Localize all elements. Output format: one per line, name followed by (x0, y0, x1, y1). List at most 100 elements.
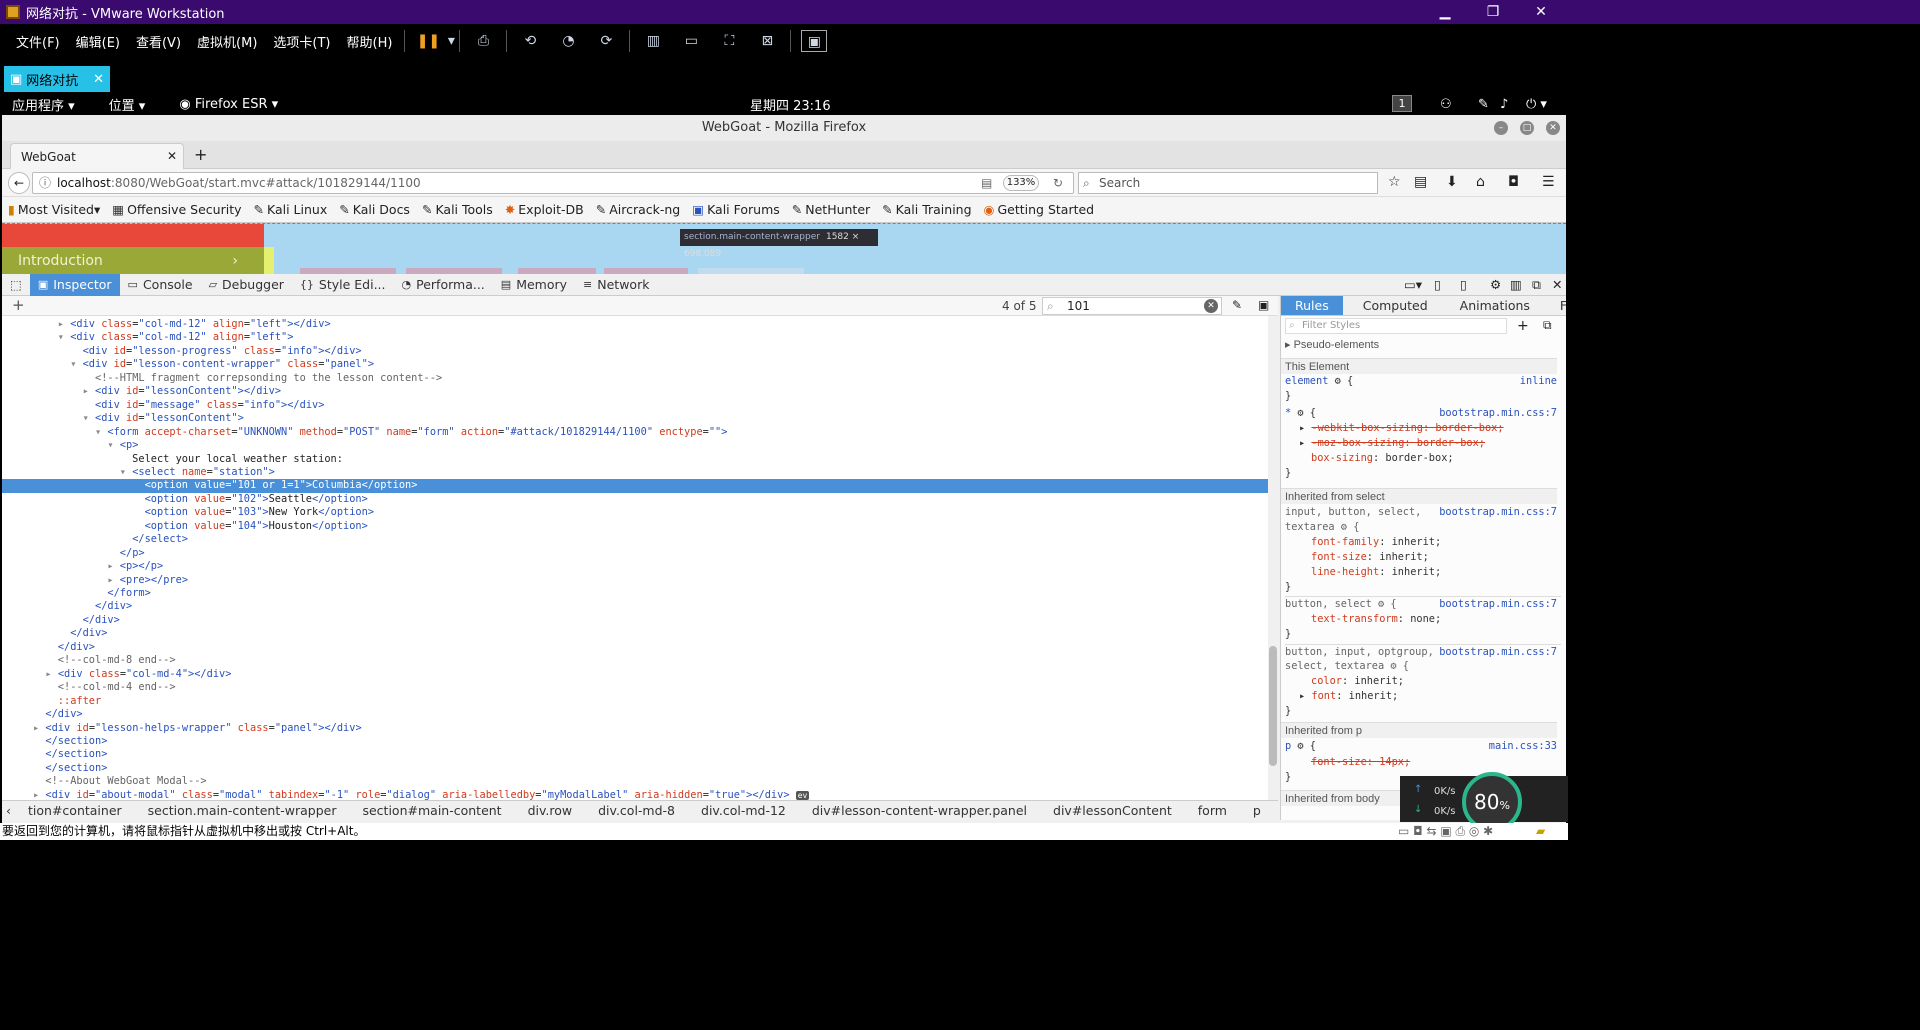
menu-file[interactable]: 文件(F) (8, 32, 68, 51)
places-menu[interactable]: 位置 ▾ (109, 95, 146, 114)
markup-node[interactable]: ▾ <select name="station"> (2, 466, 1268, 480)
menu-vm[interactable]: 虚拟机(M) (189, 32, 265, 51)
markup-node-selected[interactable]: <option value="101 or 1=1">Columbia</opt… (2, 479, 1268, 493)
markup-node[interactable]: </form> (2, 587, 1268, 601)
reader-view-icon[interactable]: ▤ (981, 173, 992, 193)
clock[interactable]: 星期四 23:16 (750, 95, 831, 114)
close-devtools-icon[interactable]: ✕ (1552, 277, 1562, 292)
library-icon[interactable]: ▤ (1414, 174, 1427, 190)
markup-node[interactable]: </div> (2, 627, 1268, 641)
breadcrumb-item[interactable]: div.col-md-8 (585, 803, 688, 818)
settings-gear-icon[interactable]: ⚙ (1490, 277, 1501, 292)
console-view-icon[interactable]: ▣ (801, 30, 828, 52)
snapshot-manager-icon[interactable]: ⟳ (593, 30, 619, 52)
bookmark-kali-tools[interactable]: ✎ Kali Tools (422, 202, 493, 217)
unity-icon[interactable]: ⊠ (754, 30, 780, 52)
tab-memory[interactable]: ▤ Memory (493, 274, 575, 296)
p-font-size-decl[interactable]: font-size: 14px; (1311, 755, 1566, 770)
font-size-decl[interactable]: font-size: inherit; (1311, 550, 1566, 565)
markup-node[interactable]: </section> (2, 735, 1268, 749)
minimize-button[interactable]: ▁ (1422, 0, 1468, 24)
menu-help[interactable]: 帮助(H) (339, 32, 401, 51)
bootstrap-source-link[interactable]: bootstrap.min.css:7 (1439, 645, 1557, 660)
markup-node[interactable]: </div> (2, 600, 1268, 614)
breadcrumb-item[interactable]: div#lesson-content-wrapper.panel (799, 803, 1040, 818)
markup-node[interactable]: <!--HTML fragment correpsonding to the l… (2, 372, 1268, 386)
markup-node[interactable]: ▾ <form accept-charset="UNKNOWN" method=… (2, 426, 1268, 440)
webkit-box-sizing-decl[interactable]: ▸ -webkit-box-sizing: border-box; (1299, 421, 1566, 436)
bookmark-star-icon[interactable]: ☆ (1388, 174, 1401, 190)
users-icon[interactable]: ⚇ (1440, 97, 1452, 112)
bookmark-kali-docs[interactable]: ✎ Kali Docs (339, 202, 410, 217)
bookmark-exploit-db[interactable]: ✸ Exploit-DB (505, 202, 584, 217)
inline-source-link[interactable]: inline (1520, 374, 1557, 389)
ff-maximize-icon[interactable]: □ (1520, 121, 1534, 135)
text-transform-decl[interactable]: text-transform: none; (1311, 612, 1566, 627)
info-icon[interactable]: ⓘ (39, 173, 51, 193)
font-decl[interactable]: ▸ font: inherit; (1299, 689, 1566, 704)
tab-network[interactable]: ≡ Network (575, 274, 657, 296)
home-icon[interactable]: ⌂ (1476, 174, 1485, 190)
add-node-icon[interactable]: + (12, 296, 25, 314)
tab-performance[interactable]: ◔ Performa... (394, 274, 493, 296)
markup-node[interactable]: </section> (2, 762, 1268, 776)
ff-minimize-icon[interactable]: – (1494, 121, 1508, 135)
pick-element-icon[interactable]: ⬚ (2, 274, 30, 296)
fullscreen-icon[interactable]: ⛶ (716, 30, 742, 52)
browser-tab[interactable]: WebGoat ✕ (10, 143, 184, 169)
toggle-sidebar-icon[interactable]: ▣ (1258, 298, 1269, 312)
separate-window-icon[interactable]: ⧉ (1532, 277, 1541, 293)
font-family-decl[interactable]: font-family: inherit; (1311, 535, 1566, 550)
tab-rules[interactable]: Rules (1281, 296, 1343, 315)
markup-view[interactable]: ▸ <div class="col-md-12" align="left"></… (2, 316, 1268, 800)
applications-menu[interactable]: 应用程序 ▾ (12, 95, 75, 114)
toggle-pseudo-class-icon[interactable]: ⧉ (1543, 318, 1552, 333)
add-rule-icon[interactable]: + (1517, 318, 1529, 334)
breadcrumb-item[interactable]: form (1185, 803, 1240, 818)
markup-node[interactable]: </div> (2, 641, 1268, 655)
markup-node[interactable]: ▸ <div id="about-modal" class="modal" ta… (2, 789, 1268, 800)
dock-icon[interactable]: ▭▾ (1404, 277, 1422, 292)
breadcrumb-item[interactable]: section#main-content (349, 803, 514, 818)
snapshot-icon[interactable]: ⟲ (517, 30, 543, 52)
markup-node[interactable]: ▸ <div id="lessonContent"></div> (2, 385, 1268, 399)
markup-node[interactable]: </p> (2, 547, 1268, 561)
tab-console[interactable]: ▭ Console (120, 274, 201, 296)
bookmark-kali-training[interactable]: ✎ Kali Training (882, 202, 971, 217)
revert-snapshot-icon[interactable]: ◔ (555, 30, 581, 52)
markup-search-input[interactable]: ⌕ 101 ✕ (1042, 297, 1222, 315)
markup-node[interactable]: </div> (2, 614, 1268, 628)
bootstrap-source-link[interactable]: bootstrap.min.css:7 (1439, 597, 1557, 612)
breadcrumb-item[interactable]: p (1240, 803, 1274, 818)
markup-node[interactable]: <option value="104">Houston</option> (2, 520, 1268, 534)
menu-edit[interactable]: 编辑(E) (68, 32, 128, 51)
bookmark-kali-forums[interactable]: ▣ Kali Forums (692, 202, 780, 217)
line-height-decl[interactable]: line-height: inherit; (1311, 565, 1566, 580)
bookmark-nethunter[interactable]: ✎ NetHunter (792, 202, 870, 217)
pause-icon[interactable]: ❚❚ (415, 30, 441, 52)
menu-view[interactable]: 查看(V) (128, 32, 189, 51)
eyedropper-icon[interactable]: ✎ (1232, 298, 1242, 312)
show-library-icon[interactable]: ▥ (640, 30, 666, 52)
breadcrumb-item[interactable]: div#lessonContent (1040, 803, 1185, 818)
pause-dropdown-icon[interactable]: ▾ (447, 30, 455, 52)
breadcrumb-item[interactable]: div.col-md-12 (688, 803, 799, 818)
markup-node[interactable]: ▸ <pre></pre> (2, 574, 1268, 588)
introduction-menu-item[interactable]: Introduction › (2, 247, 264, 275)
vm-tab[interactable]: ▣ 网络对抗 ✕ (4, 66, 110, 92)
markup-node[interactable]: ▾ <div class="col-md-12" align="left"> (2, 331, 1268, 345)
thumbnail-icon[interactable]: ▭ (678, 30, 704, 52)
tab-computed[interactable]: Computed (1343, 296, 1448, 315)
bookmark-aircrack-ng[interactable]: ✎ Aircrack-ng (596, 202, 681, 217)
markup-node[interactable]: </select> (2, 533, 1268, 547)
filter-styles-input[interactable]: ⌕ Filter Styles (1285, 318, 1507, 334)
zoom-indicator[interactable]: 133% (1003, 175, 1039, 191)
device-icons[interactable]: ▭ ◘ ⇆ ▣ ⎙ ◎ ✱ (1398, 823, 1493, 840)
power-icon[interactable]: ⏻ ▾ (1526, 97, 1547, 112)
responsive-design-icon[interactable]: ▯ (1460, 277, 1467, 292)
markup-node[interactable]: <div id="lesson-progress" class="info"><… (2, 345, 1268, 359)
firefox-app-menu[interactable]: ◉ Firefox ESR ▾ (179, 97, 278, 112)
send-ctrl-alt-del-icon[interactable]: ⎙ (470, 30, 496, 52)
bookmark-getting-started[interactable]: ◉ Getting Started (984, 202, 1095, 217)
breadcrumb-item[interactable]: div.row (515, 803, 586, 818)
